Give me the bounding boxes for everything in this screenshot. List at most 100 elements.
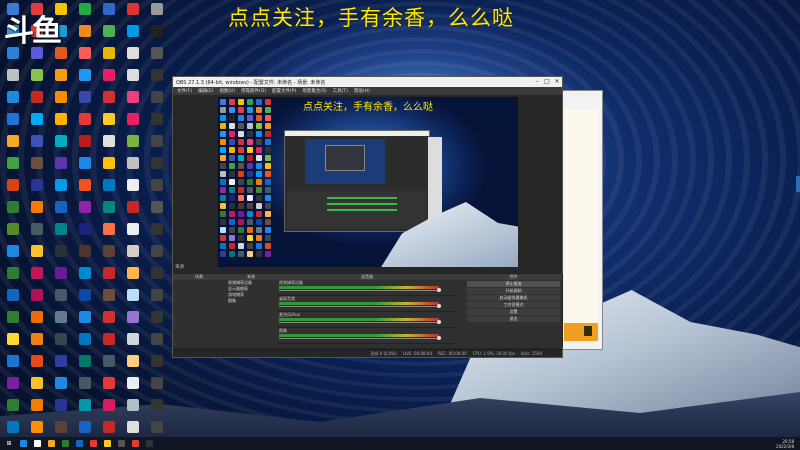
desktop-icon[interactable] (74, 156, 96, 178)
desktop-icon[interactable] (98, 24, 120, 46)
desktop-icon[interactable] (98, 178, 120, 200)
taskbar-app-button[interactable] (102, 439, 112, 449)
volume-fader[interactable] (279, 338, 439, 339)
desktop-icon[interactable] (146, 354, 168, 376)
desktop-icon[interactable] (122, 310, 144, 332)
desktop-icon[interactable] (122, 398, 144, 420)
desktop-icon[interactable] (50, 200, 72, 222)
desktop-icon[interactable] (26, 354, 48, 376)
desktop-icon[interactable] (74, 90, 96, 112)
desktop-icon[interactable] (146, 134, 168, 156)
desktop-icon[interactable] (98, 156, 120, 178)
volume-fader[interactable] (279, 290, 439, 291)
desktop-icon[interactable] (26, 332, 48, 354)
desktop-icon[interactable] (122, 420, 144, 437)
desktop-icon[interactable] (146, 178, 168, 200)
desktop-icon[interactable] (74, 178, 96, 200)
desktop-icon[interactable] (26, 244, 48, 266)
desktop-icon[interactable] (98, 376, 120, 398)
desktop-icon[interactable] (2, 90, 24, 112)
desktop-icon[interactable] (2, 200, 24, 222)
desktop-icon[interactable] (74, 222, 96, 244)
mixer-channel[interactable]: 视频捕获设备 (277, 280, 457, 296)
mixer-channel[interactable]: 麦克风/Aux (277, 312, 457, 328)
desktop-icon[interactable] (50, 178, 72, 200)
desktop-icon[interactable] (74, 310, 96, 332)
taskbar-app-button[interactable] (18, 439, 28, 449)
mixer-channel[interactable]: 图像 (277, 328, 457, 344)
desktop-icon[interactable] (26, 398, 48, 420)
desktop-icon[interactable] (74, 68, 96, 90)
obs-window[interactable]: OBS 27.1.3 (64-bit, windows) - 配置文件: 未命名… (172, 76, 563, 358)
control-button[interactable]: 停止推流 (467, 281, 560, 287)
desktop-icon[interactable] (50, 332, 72, 354)
desktop-icon[interactable] (26, 376, 48, 398)
desktop-icon[interactable] (98, 420, 120, 437)
control-button[interactable]: 设置 (467, 309, 560, 315)
desktop-icon[interactable] (98, 310, 120, 332)
controls-dock[interactable]: 控件 停止推流 开始录制 启动虚拟摄像机 工作室模式 设置 退出 (465, 274, 563, 347)
desktop-icon[interactable] (122, 24, 144, 46)
desktop-icon[interactable] (50, 398, 72, 420)
desktop-icon[interactable] (74, 134, 96, 156)
taskbar-app-button[interactable] (88, 439, 98, 449)
source-item[interactable]: 图像 (225, 298, 277, 304)
control-button[interactable]: 开始录制 (467, 288, 560, 294)
desktop-icon[interactable] (122, 90, 144, 112)
desktop-icon[interactable] (26, 68, 48, 90)
desktop-icon[interactable] (122, 2, 144, 24)
obs-titlebar[interactable]: OBS 27.1.3 (64-bit, windows) - 配置文件: 未命名… (173, 77, 562, 87)
desktop-icon[interactable] (26, 310, 48, 332)
taskbar-app-button[interactable] (60, 439, 70, 449)
desktop-icon[interactable] (26, 178, 48, 200)
desktop-icon[interactable] (146, 310, 168, 332)
desktop-icon[interactable] (50, 288, 72, 310)
desktop-icon[interactable] (146, 68, 168, 90)
desktop-icon[interactable] (26, 90, 48, 112)
desktop-icon[interactable] (146, 266, 168, 288)
menu-item[interactable]: 场景集合(S) (302, 88, 326, 94)
taskbar-clock[interactable]: 20:58 2022/3/8 (776, 439, 794, 449)
taskbar-app-button[interactable] (116, 439, 126, 449)
desktop-icon[interactable] (50, 90, 72, 112)
desktop-icon[interactable] (2, 376, 24, 398)
desktop-icon[interactable] (26, 112, 48, 134)
menu-item[interactable]: 视图(V) (219, 88, 235, 94)
desktop-icon[interactable] (26, 200, 48, 222)
desktop-icon[interactable] (26, 156, 48, 178)
desktop-icon[interactable] (74, 244, 96, 266)
desktop-icon[interactable] (74, 46, 96, 68)
desktop-icon[interactable] (2, 244, 24, 266)
mixer-channel[interactable]: 桌面音频 (277, 296, 457, 312)
volume-knob[interactable] (437, 288, 441, 292)
desktop-icon[interactable] (2, 134, 24, 156)
desktop-icon[interactable] (74, 376, 96, 398)
menu-item[interactable]: 工具(T) (333, 88, 348, 94)
desktop-icon[interactable] (50, 376, 72, 398)
desktop-icon[interactable] (98, 134, 120, 156)
volume-fader[interactable] (279, 322, 439, 323)
desktop-icon[interactable] (2, 420, 24, 437)
desktop-icon[interactable] (2, 332, 24, 354)
desktop-icon[interactable] (50, 420, 72, 437)
desktop-icon[interactable] (2, 178, 24, 200)
desktop-icon[interactable] (26, 134, 48, 156)
taskbar-app-button[interactable] (74, 439, 84, 449)
desktop-icon[interactable] (50, 222, 72, 244)
desktop-icon[interactable] (50, 112, 72, 134)
desktop-icon[interactable] (122, 288, 144, 310)
desktop-icon[interactable] (98, 112, 120, 134)
desktop-icon[interactable] (26, 420, 48, 437)
close-icon[interactable]: ✕ (552, 77, 562, 87)
desktop-icon[interactable] (98, 90, 120, 112)
taskbar-app-button[interactable] (144, 439, 154, 449)
desktop-icon[interactable] (146, 112, 168, 134)
desktop-icon[interactable] (122, 354, 144, 376)
desktop-icon[interactable] (50, 134, 72, 156)
control-button[interactable]: 工作室模式 (467, 302, 560, 308)
desktop-icon[interactable] (98, 244, 120, 266)
desktop-icon[interactable] (122, 244, 144, 266)
desktop-icon[interactable] (74, 24, 96, 46)
minimize-icon[interactable]: – (532, 77, 542, 87)
desktop-icon[interactable] (74, 112, 96, 134)
